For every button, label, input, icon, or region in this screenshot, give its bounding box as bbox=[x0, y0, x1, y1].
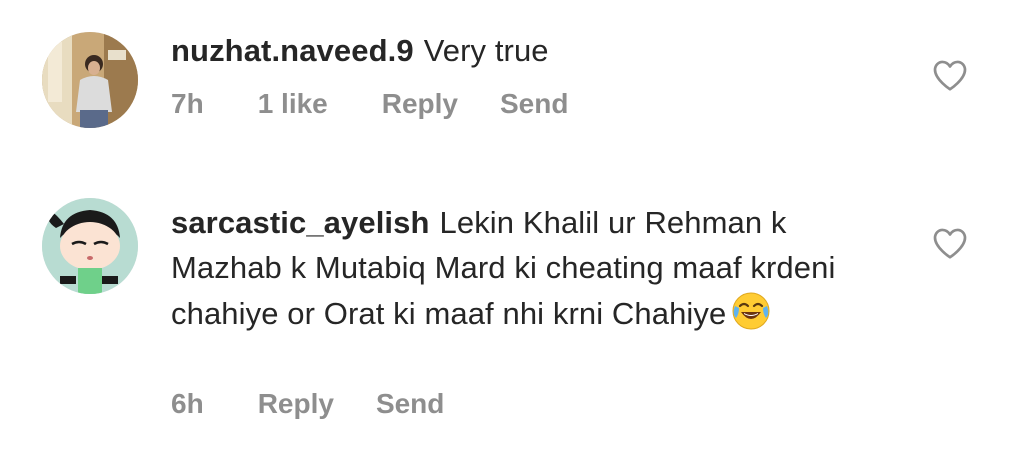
likes-count-link[interactable]: 1 like bbox=[258, 88, 328, 120]
send-button[interactable]: Send bbox=[500, 88, 568, 120]
comment-meta: 6h Reply Send bbox=[171, 388, 444, 420]
reply-button[interactable]: Reply bbox=[258, 388, 334, 420]
send-button[interactable]: Send bbox=[376, 388, 444, 420]
comment-username[interactable]: sarcastic_ayelish bbox=[171, 205, 430, 240]
comment-username[interactable]: nuzhat.naveed.9 bbox=[171, 33, 414, 68]
like-heart-icon[interactable] bbox=[932, 226, 968, 260]
comment-body: nuzhat.naveed.9 Very true bbox=[171, 28, 891, 73]
comment-item: sarcastic_ayelish Lekin Khalil ur Rehman … bbox=[0, 160, 1024, 465]
like-heart-icon[interactable] bbox=[932, 58, 968, 92]
comment-body: sarcastic_ayelish Lekin Khalil ur Rehman … bbox=[171, 200, 891, 336]
comment-meta: 7h 1 like Reply Send bbox=[171, 88, 568, 120]
avatar[interactable] bbox=[42, 198, 138, 294]
comment-item: nuzhat.naveed.9 Very true 7h 1 like Reply… bbox=[0, 0, 1024, 160]
reply-button[interactable]: Reply bbox=[382, 88, 458, 120]
comment-timestamp: 7h bbox=[171, 88, 204, 119]
comment-text: Very true bbox=[423, 33, 549, 68]
avatar[interactable] bbox=[42, 32, 138, 128]
comment-timestamp: 6h bbox=[171, 388, 204, 419]
cartoon-girl-icon bbox=[42, 198, 138, 294]
face-with-tears-of-joy-emoji-icon bbox=[730, 290, 772, 332]
profile-photo-icon bbox=[42, 32, 138, 128]
